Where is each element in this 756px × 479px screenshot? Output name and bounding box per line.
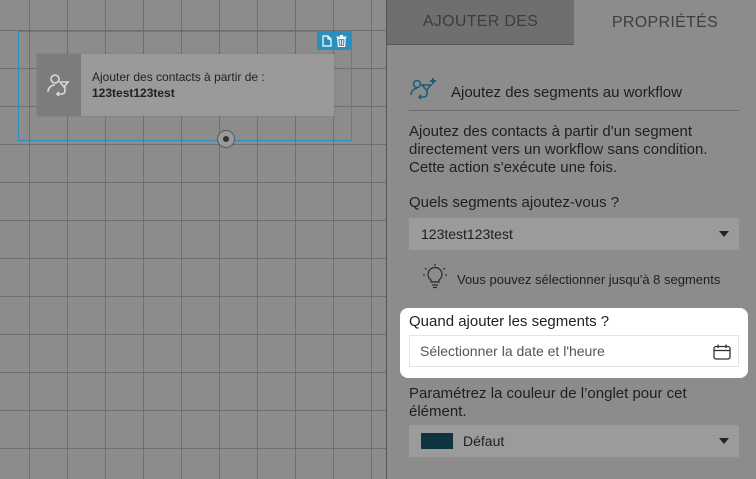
segments-hint: Vous pouvez sélectionner jusqu'à 8 segme… — [423, 264, 720, 295]
lightbulb-icon — [423, 264, 447, 295]
datetime-input[interactable]: Sélectionner la date et l'heure — [409, 335, 739, 367]
panel-tabs: AJOUTER DES PROPRIÉTÉS — [387, 0, 756, 45]
section-description: Ajoutez des contacts à partir d'un segme… — [409, 123, 708, 176]
workflow-canvas[interactable]: Ajouter des contacts à partir de : 123te… — [0, 0, 386, 479]
calendar-icon[interactable] — [713, 344, 731, 360]
when-label: Quand ajouter les segments ? — [409, 313, 610, 330]
chevron-down-icon — [719, 438, 729, 444]
when-add-segments-field: Quand ajouter les segments ? Sélectionne… — [400, 308, 748, 378]
node-line-2: 123test123test — [92, 86, 175, 100]
chevron-down-icon — [719, 231, 729, 237]
segments-question: Quels segments ajoutez-vous ? — [409, 194, 620, 211]
tab-color-label: Paramétrez la couleur de l’onglet pour c… — [409, 385, 687, 420]
segments-select[interactable]: 123test123test — [409, 218, 739, 250]
workflow-node-card[interactable]: Ajouter des contacts à partir de : 123te… — [37, 54, 334, 148]
node-output-connector[interactable] — [217, 130, 235, 148]
properties-panel: AJOUTER DES PROPRIÉTÉS Ajoutez des segme… — [387, 0, 756, 479]
copy-icon[interactable] — [321, 34, 333, 47]
tab-properties[interactable]: PROPRIÉTÉS — [574, 0, 756, 45]
section-title: Ajoutez des segments au workflow — [451, 83, 682, 101]
node-text: Ajouter des contacts à partir de : 123te… — [92, 69, 265, 101]
workflow-node-selection[interactable]: Ajouter des contacts à partir de : 123te… — [18, 31, 352, 148]
datetime-placeholder: Sélectionner la date et l'heure — [420, 343, 605, 359]
color-swatch — [421, 433, 453, 449]
add-contacts-icon — [37, 54, 81, 116]
tab-add[interactable]: AJOUTER DES — [387, 0, 574, 45]
node-line-1: Ajouter des contacts à partir de : — [92, 70, 265, 84]
hint-text: Vous pouvez sélectionner jusqu'à 8 segme… — [457, 272, 721, 287]
segment-workflow-icon — [409, 75, 441, 110]
color-selected-value: Défaut — [463, 433, 505, 449]
tab-color-select[interactable]: Défaut — [409, 425, 739, 457]
trash-icon[interactable] — [336, 34, 348, 47]
segments-selected-value: 123test123test — [421, 226, 513, 242]
section-header: Ajoutez des segments au workflow — [409, 74, 739, 111]
node-actions-bar — [317, 31, 352, 50]
